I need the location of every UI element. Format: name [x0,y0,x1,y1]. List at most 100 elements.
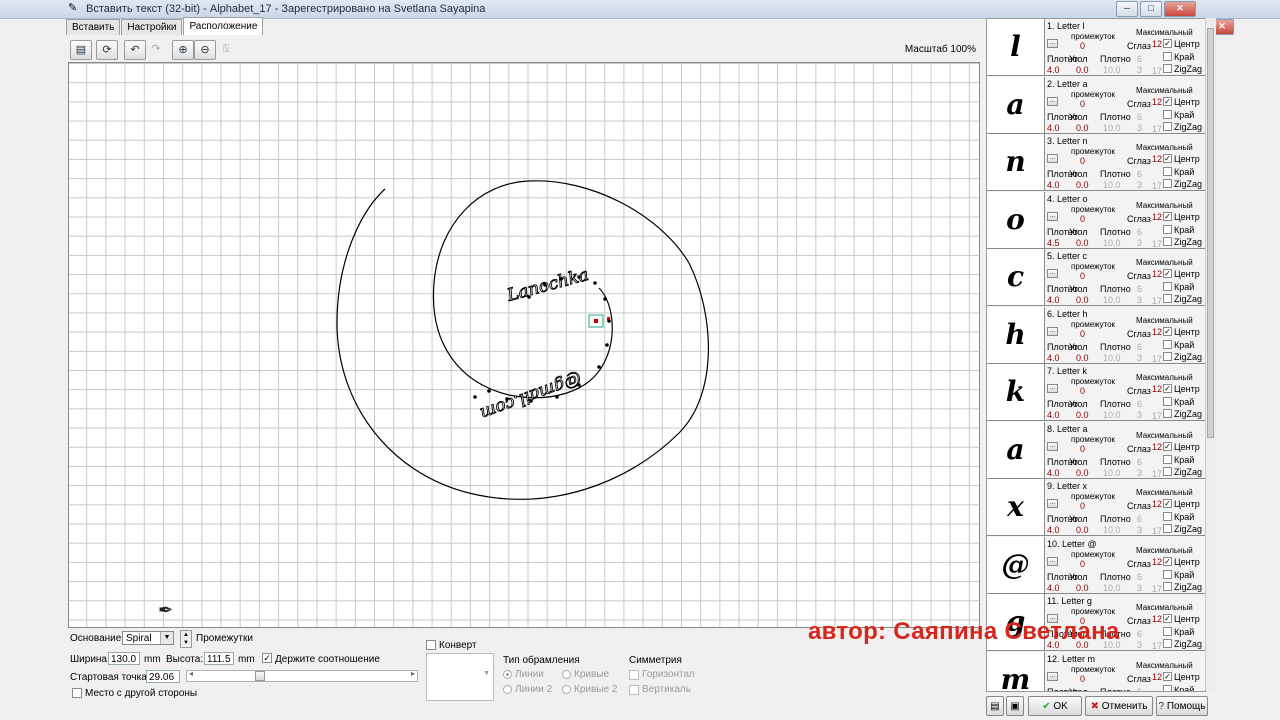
zoom-in-icon[interactable]: ⊕ [172,40,194,60]
letter-glyph[interactable]: o [987,192,1045,248]
letter-glyph[interactable]: m [987,652,1045,691]
edge-checkbox[interactable] [1163,397,1172,406]
base-select[interactable]: Spiral ▼ [122,631,174,645]
letter-row[interactable]: k 7. Letter k промежуток Максимальный... 0 Сг… [987,364,1205,421]
max-value[interactable]: 12 [1152,212,1162,222]
edge-checkbox[interactable] [1163,340,1172,349]
max-value[interactable]: 12 [1152,672,1162,682]
spiral-curve[interactable] [336,180,709,500]
sym-vertical-checkbox[interactable] [629,685,639,695]
edge-checkbox[interactable] [1163,167,1172,176]
edge-checkbox[interactable] [1163,282,1172,291]
zigzag-checkbox[interactable] [1163,524,1172,533]
help-button[interactable]: ? Помощь [1156,696,1208,716]
density-value[interactable]: 4.0 [1047,410,1060,420]
center-checkbox[interactable]: ✓ [1163,212,1172,221]
letter-row[interactable]: n 3. Letter n промежуток Максимальный... 0 Сг… [987,134,1205,191]
minimize-button[interactable]: ─ [1116,1,1138,17]
center-checkbox[interactable]: ✓ [1163,557,1172,566]
edge-checkbox[interactable] [1163,225,1172,234]
envelope-checkbox[interactable] [426,640,436,650]
edge-checkbox[interactable] [1163,627,1172,636]
tab-settings[interactable]: Настройки [121,19,183,35]
max-value[interactable]: 12 [1152,269,1162,279]
redo-icon[interactable]: ↷ [146,40,166,58]
keep-ratio-checkbox[interactable]: ✓ [262,653,272,663]
letter-options-button[interactable]: ... [1047,154,1058,163]
letter-options-button[interactable]: ... [1047,269,1058,278]
fit-icon[interactable]: ⍂ [216,40,236,58]
undo-icon[interactable]: ↶ [124,40,146,60]
ok-button[interactable]: ✔ OK [1028,696,1082,716]
angle-value[interactable]: 0.0 [1076,180,1089,190]
gap-value[interactable]: 0 [1080,386,1085,396]
center-checkbox[interactable]: ✓ [1163,384,1172,393]
angle-value[interactable]: 0.0 [1076,410,1089,420]
center-checkbox[interactable]: ✓ [1163,154,1172,163]
other-side-checkbox[interactable] [72,688,82,698]
sym-horizontal-checkbox[interactable] [629,670,639,680]
rotate-icon[interactable]: ⟳ [96,40,118,60]
angle-value[interactable]: 0.0 [1076,295,1089,305]
center-checkbox[interactable]: ✓ [1163,442,1172,451]
envelope-preview[interactable]: ▼ [426,653,494,701]
angle-value[interactable]: 0.0 [1076,583,1089,593]
frame-curves2-radio[interactable] [562,685,571,694]
start-point-field[interactable]: 29.06 [146,670,180,683]
gap-value[interactable]: 0 [1080,444,1085,454]
zigzag-checkbox[interactable] [1163,409,1172,418]
maximize-button[interactable]: □ [1140,1,1162,17]
letter-row[interactable]: a 2. Letter a промежуток Максимальный... 0 Сг… [987,77,1205,134]
design-canvas[interactable]: Lanochka @gmail.com [68,62,980,628]
edge-checkbox[interactable] [1163,685,1172,691]
zigzag-checkbox[interactable] [1163,582,1172,591]
letter-row[interactable]: c 5. Letter c промежуток Максимальный... 0 Сг… [987,249,1205,306]
zigzag-checkbox[interactable] [1163,122,1172,131]
gaps-spinner[interactable]: ▲ ▼ [180,630,192,648]
angle-value[interactable]: 0.0 [1076,353,1089,363]
letter-options-button[interactable]: ... [1047,672,1058,681]
zigzag-checkbox[interactable] [1163,467,1172,476]
zigzag-checkbox[interactable] [1163,237,1172,246]
letters-scrollbar[interactable] [1205,18,1216,690]
width-field[interactable]: 130.0 [108,652,140,665]
slider-thumb[interactable] [255,671,265,681]
zigzag-checkbox[interactable] [1163,294,1172,303]
letter-options-button[interactable]: ... [1047,499,1058,508]
density-value[interactable]: 4.0 [1047,353,1060,363]
max-value[interactable]: 12 [1152,154,1162,164]
gap-value[interactable]: 0 [1080,271,1085,281]
open-icon[interactable]: ▤ [70,40,92,60]
edge-checkbox[interactable] [1163,512,1172,521]
letter-options-button[interactable]: ... [1047,97,1058,106]
center-checkbox[interactable]: ✓ [1163,39,1172,48]
center-checkbox[interactable]: ✓ [1163,327,1172,336]
height-field[interactable]: 111.5 [204,652,234,665]
density-value[interactable]: 4.0 [1047,123,1060,133]
density-value[interactable]: 4.0 [1047,525,1060,535]
density-value[interactable]: 4.0 [1047,65,1060,75]
gap-value[interactable]: 0 [1080,501,1085,511]
letter-options-button[interactable]: ... [1047,442,1058,451]
letter-glyph[interactable]: x [987,479,1045,535]
start-point-slider[interactable]: ◂ ▸ [186,669,418,682]
frame-curves-radio[interactable] [562,670,571,679]
tab-layout[interactable]: Расположение [183,17,264,35]
frame-lines-radio[interactable] [503,670,512,679]
edge-checkbox[interactable] [1163,110,1172,119]
density-value[interactable]: 4.0 [1047,583,1060,593]
scrollbar-thumb[interactable] [1207,28,1214,438]
letter-glyph[interactable]: c [987,249,1045,305]
gap-value[interactable]: 0 [1080,329,1085,339]
letter-glyph[interactable]: a [987,77,1045,133]
selection-handle[interactable] [588,314,610,328]
close-button[interactable]: ✕ [1164,1,1196,17]
center-checkbox[interactable]: ✓ [1163,269,1172,278]
letter-row[interactable]: @10. Letter @ промежуток Максимальный... 0 С… [987,537,1205,594]
zigzag-checkbox[interactable] [1163,639,1172,648]
center-checkbox[interactable]: ✓ [1163,672,1172,681]
letter-row[interactable]: a 8. Letter a промежуток Максимальный... 0 Сг… [987,422,1205,479]
gap-value[interactable]: 0 [1080,214,1085,224]
tab-insert[interactable]: Вставить [66,19,121,35]
density-value[interactable]: 4.0 [1047,295,1060,305]
